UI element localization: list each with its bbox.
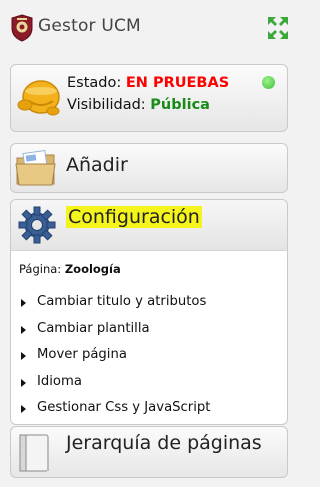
menu-item-label: Idioma <box>37 373 82 389</box>
config-panel: Configuración Página: Zoología Cambiar t… <box>10 199 288 425</box>
expand-arrows-icon[interactable] <box>266 15 290 41</box>
status-dot-icon <box>262 76 275 89</box>
page-value: Zoología <box>64 262 121 276</box>
page-hierarchy-label: Jerarquía de páginas <box>66 432 262 454</box>
triangle-right-icon <box>21 352 26 360</box>
menu-item-mover-pagina[interactable]: Mover página <box>19 347 210 374</box>
estado-line: Estado: EN PRUEBAS <box>67 75 229 91</box>
page-label: Página: <box>19 262 62 276</box>
visibilidad-value: Pública <box>150 97 210 113</box>
config-menu: Cambiar titulo y atributos Cambiar plant… <box>19 294 210 427</box>
folder-icon <box>15 149 56 186</box>
menu-item-gestionar-css-js[interactable]: Gestionar Css y JavaScript <box>19 400 210 427</box>
status-panel: Estado: EN PRUEBAS Visibilidad: Pública <box>10 64 288 132</box>
estado-value: EN PRUEBAS <box>125 75 230 91</box>
menu-item-cambiar-plantilla[interactable]: Cambiar plantilla <box>19 321 210 348</box>
page-info: Página: Zoología <box>19 262 121 276</box>
book-icon <box>19 434 49 472</box>
estado-label: Estado: <box>67 75 122 91</box>
add-label: Añadir <box>66 154 128 176</box>
config-header[interactable]: Configuración <box>11 200 287 251</box>
visibilidad-label: Visibilidad: <box>67 97 146 113</box>
header: Gestor UCM <box>0 0 300 56</box>
triangle-right-icon <box>21 299 26 307</box>
university-crest-icon <box>11 14 33 42</box>
triangle-right-icon <box>21 325 26 334</box>
visibilidad-line: Visibilidad: Pública <box>67 97 210 113</box>
menu-item-label: Mover página <box>37 347 127 362</box>
page-hierarchy-button[interactable]: Jerarquía de páginas <box>10 426 288 478</box>
menu-item-label: Cambiar titulo y atributos <box>37 294 207 309</box>
menu-item-label: Cambiar plantilla <box>37 320 150 336</box>
add-button[interactable]: Añadir <box>10 143 288 193</box>
config-label: Configuración <box>66 206 202 228</box>
menu-item-cambiar-titulo[interactable]: Cambiar titulo y atributos <box>19 294 210 321</box>
triangle-right-icon <box>21 405 26 413</box>
gear-icon <box>18 206 56 244</box>
menu-item-idioma[interactable]: Idioma <box>19 374 210 401</box>
triangle-right-icon <box>21 378 26 387</box>
menu-item-label: Gestionar Css y JavaScript <box>37 400 211 415</box>
app-title: Gestor UCM <box>38 16 141 36</box>
status-face-icon <box>17 80 60 116</box>
